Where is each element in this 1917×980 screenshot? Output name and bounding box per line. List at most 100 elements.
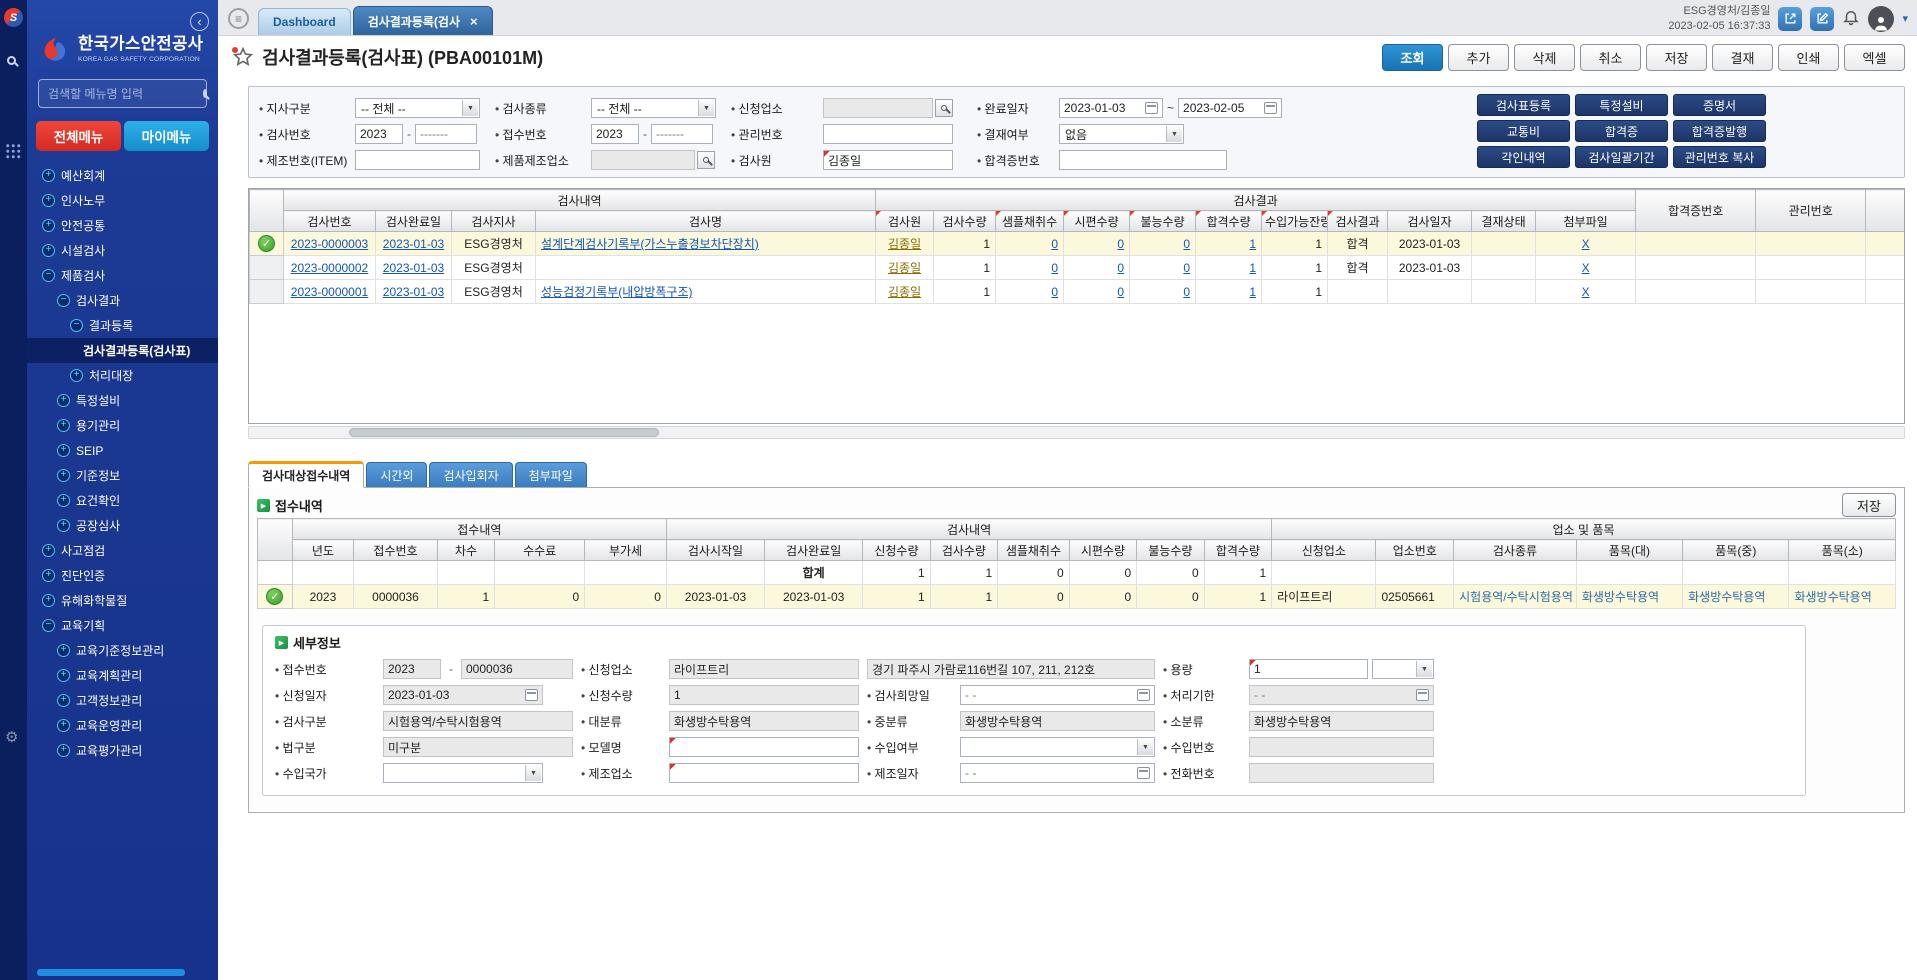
column-header[interactable]: 검사명 bbox=[536, 211, 876, 232]
column-header[interactable]: 샘플채취수 bbox=[996, 211, 1064, 232]
expand-node-icon[interactable]: + bbox=[42, 244, 55, 257]
column-header[interactable]: 관리번호 bbox=[1756, 190, 1866, 232]
scrollbar-thumb[interactable] bbox=[349, 428, 659, 437]
sidebar-item[interactable]: +SEIP bbox=[27, 438, 218, 463]
cell-link[interactable]: 0 bbox=[1183, 285, 1190, 299]
column-header[interactable]: 검사수량 bbox=[930, 540, 997, 561]
tab-overtime[interactable]: 시간외 bbox=[366, 462, 427, 487]
expand-node-icon[interactable]: + bbox=[57, 644, 70, 657]
calendar-icon[interactable] bbox=[1264, 102, 1277, 114]
cell-link[interactable]: 1 bbox=[1249, 261, 1256, 275]
search-icon[interactable] bbox=[203, 89, 207, 98]
phone-input[interactable] bbox=[1249, 763, 1434, 783]
applicant-search-icon[interactable] bbox=[935, 99, 953, 117]
pass-cert-button[interactable]: 합격증 bbox=[1575, 120, 1668, 142]
cell-link[interactable]: X bbox=[1582, 237, 1590, 251]
complete-date-from[interactable]: 2023-01-03 bbox=[1059, 98, 1163, 118]
expand-node-icon[interactable]: + bbox=[42, 569, 55, 582]
apply-qty-input[interactable] bbox=[669, 685, 859, 705]
manage-no-input[interactable] bbox=[823, 124, 953, 144]
detail-applicant-input[interactable] bbox=[669, 659, 859, 679]
column-header[interactable]: 신청업소 bbox=[1272, 540, 1376, 561]
sidebar-item[interactable]: +용기관리 bbox=[27, 413, 218, 438]
cell-link[interactable]: 2023-01-03 bbox=[383, 237, 444, 251]
save-button[interactable]: 저장 bbox=[1646, 44, 1707, 71]
notification-bell-icon[interactable] bbox=[1842, 8, 1860, 29]
cell-link[interactable]: 0 bbox=[1051, 261, 1058, 275]
calendar-icon[interactable] bbox=[1145, 102, 1158, 114]
inspection-sheet-register-button[interactable]: 검사표등록 bbox=[1477, 94, 1570, 116]
cert-no-input[interactable] bbox=[1059, 150, 1227, 170]
column-header[interactable]: 합격수량 bbox=[1196, 211, 1262, 232]
table-row[interactable]: 2023-00000012023-01-03ESG경영처성능검정기록부(내압방폭… bbox=[250, 280, 1906, 304]
column-header[interactable]: 품목(소) bbox=[1789, 540, 1896, 561]
cell-link[interactable]: 0 bbox=[1117, 285, 1124, 299]
column-header[interactable]: 검사완료일 bbox=[765, 540, 863, 561]
cell-link[interactable]: X bbox=[1582, 261, 1590, 275]
column-header[interactable]: 검사번호 bbox=[284, 211, 376, 232]
collapse-node-icon[interactable]: − bbox=[42, 619, 55, 632]
table-row[interactable]: 2023-00000022023-01-03ESG경영처김종일100011합격2… bbox=[250, 256, 1906, 280]
column-header[interactable]: 수수료 bbox=[495, 540, 585, 561]
user-avatar[interactable] bbox=[1868, 6, 1894, 32]
cell-link[interactable]: 0 bbox=[1117, 261, 1124, 275]
expand-node-icon[interactable]: + bbox=[57, 719, 70, 732]
column-header[interactable]: 접수번호 bbox=[354, 540, 438, 561]
sidebar-item[interactable]: 검사결과등록(검사표) bbox=[27, 338, 218, 363]
cell-link[interactable]: 2023-01-03 bbox=[383, 285, 444, 299]
search-icon[interactable] bbox=[7, 54, 16, 68]
cell-link[interactable]: 성능검정기록부(내압방폭구조) bbox=[541, 285, 693, 299]
column-header[interactable]: 검사결과 bbox=[1328, 211, 1388, 232]
person-link[interactable]: 김종일 bbox=[888, 237, 921, 251]
sidebar-item[interactable]: +기준정보 bbox=[27, 463, 218, 488]
law-type-input[interactable] bbox=[383, 737, 573, 757]
expand-node-icon[interactable]: + bbox=[57, 519, 70, 532]
model-name-input[interactable] bbox=[669, 737, 859, 757]
column-header[interactable]: 시편수량 bbox=[1064, 211, 1130, 232]
favorite-star-icon[interactable] bbox=[232, 46, 254, 68]
expand-node-icon[interactable]: + bbox=[57, 419, 70, 432]
sidebar-item[interactable]: +사고점검 bbox=[27, 538, 218, 563]
collapse-node-icon[interactable]: − bbox=[70, 319, 83, 332]
apply-date-field[interactable]: 2023-01-03 bbox=[383, 685, 543, 705]
tab-attachments[interactable]: 첨부파일 bbox=[515, 462, 587, 487]
import-country-select[interactable]: ▼ bbox=[383, 763, 543, 783]
sidebar-item[interactable]: +진단인증 bbox=[27, 563, 218, 588]
edit-window-icon[interactable] bbox=[1810, 7, 1834, 31]
tab-dashboard[interactable]: Dashboard bbox=[258, 8, 351, 35]
cell-link[interactable]: 2023-0000003 bbox=[291, 237, 368, 251]
query-button[interactable]: 조회 bbox=[1382, 44, 1443, 71]
sidebar-item[interactable]: −제품검사 bbox=[27, 263, 218, 288]
mfg-date-field[interactable]: - - bbox=[960, 763, 1155, 783]
sidebar-item[interactable]: +교육운영관리 bbox=[27, 713, 218, 738]
cell-link[interactable]: 0 bbox=[1117, 237, 1124, 251]
row-selector[interactable] bbox=[250, 280, 284, 304]
cell-link[interactable]: 0 bbox=[1051, 237, 1058, 251]
sidebar-item[interactable]: +예산회계 bbox=[27, 163, 218, 188]
sidebar-scrollbar-thumb[interactable] bbox=[37, 969, 185, 976]
receipt-no-year-input[interactable] bbox=[591, 124, 639, 144]
expand-node-icon[interactable]: + bbox=[57, 694, 70, 707]
expand-node-icon[interactable]: + bbox=[42, 169, 55, 182]
cell-link[interactable]: 1 bbox=[1249, 285, 1256, 299]
print-button[interactable]: 인쇄 bbox=[1778, 44, 1839, 71]
column-header[interactable]: 년도 bbox=[292, 540, 353, 561]
inspection-type-input[interactable] bbox=[383, 711, 573, 731]
my-menu-button[interactable]: 마이메뉴 bbox=[124, 121, 209, 151]
specific-equipment-button[interactable]: 특정설비 bbox=[1575, 94, 1668, 116]
menu-toggle-icon[interactable]: ≡ bbox=[228, 8, 249, 29]
cell-link[interactable]: 2023-01-03 bbox=[383, 261, 444, 275]
column-header[interactable]: 검사원 bbox=[876, 211, 934, 232]
inspection-kind-select[interactable]: -- 전체 -- ▼ bbox=[591, 98, 716, 118]
calendar-icon[interactable] bbox=[1137, 689, 1150, 701]
column-header[interactable]: 제 bbox=[1866, 190, 1905, 232]
column-header[interactable]: 차수 bbox=[437, 540, 494, 561]
product-maker-input[interactable] bbox=[591, 150, 695, 170]
column-header[interactable]: 품목(중) bbox=[1683, 540, 1789, 561]
expand-node-icon[interactable]: + bbox=[57, 444, 70, 457]
delete-button[interactable]: 삭제 bbox=[1514, 44, 1575, 71]
horizontal-scrollbar[interactable] bbox=[248, 426, 1905, 439]
expand-node-icon[interactable]: + bbox=[70, 369, 83, 382]
expand-node-icon[interactable]: + bbox=[42, 194, 55, 207]
column-header[interactable]: 검사수량 bbox=[934, 211, 996, 232]
